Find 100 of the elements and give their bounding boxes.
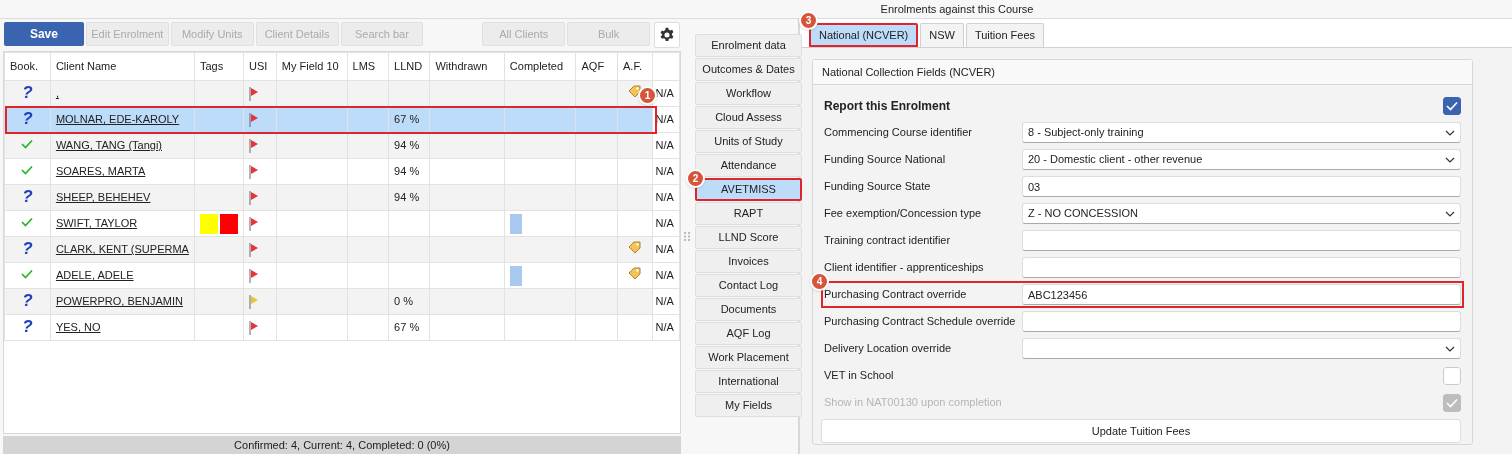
booking-status: ? <box>22 83 33 103</box>
section-button[interactable]: International <box>695 370 802 393</box>
tag-icon <box>627 84 642 98</box>
booking-status: ? <box>22 187 33 207</box>
section-button[interactable]: My Fields <box>695 394 802 417</box>
table-row[interactable]: ? SHEEP, BEHEHEV 94 % N/A <box>4 184 680 211</box>
check-icon <box>1446 397 1458 408</box>
column-header[interactable]: LMS <box>347 52 389 81</box>
table-row[interactable]: WANG, TANG (Tangi) 94 % N/A <box>4 132 680 159</box>
section-button[interactable]: Outcomes & Dates <box>695 58 802 81</box>
section-button[interactable]: Invoices <box>695 250 802 273</box>
settings-button[interactable] <box>654 22 680 48</box>
table-cell: N/A <box>655 321 674 334</box>
column-header[interactable]: Completed <box>504 52 576 81</box>
table-row[interactable]: ? YES, NO 67 % N/A <box>4 314 680 341</box>
column-header[interactable]: AQF <box>576 52 618 81</box>
input-field[interactable] <box>1022 257 1461 278</box>
chevron-down-icon <box>1445 345 1455 352</box>
dropdown[interactable]: 8 - Subject-only training <box>1022 122 1461 143</box>
dropdown[interactable]: 20 - Domestic client - other revenue <box>1022 149 1461 170</box>
field-label: VET in School <box>824 368 894 384</box>
section-button[interactable]: Contact Log <box>695 274 802 297</box>
check-icon <box>21 269 34 280</box>
table-cell: N/A <box>655 165 674 178</box>
table-cell: 94 % <box>394 165 420 178</box>
booking-status: ? <box>22 291 33 311</box>
column-header[interactable]: My Field 10 <box>276 52 348 81</box>
field-label: Delivery Location override <box>824 341 952 357</box>
section-button[interactable]: AQF Log <box>695 322 802 345</box>
section-button[interactable]: Work Placement <box>695 346 802 369</box>
table-row[interactable]: SWIFT, TAYLOR N/A <box>4 210 680 237</box>
save-button[interactable]: Save <box>4 22 84 46</box>
field-label: Show in NAT00130 upon completion <box>824 395 1002 411</box>
check-icon <box>21 165 34 176</box>
field-label: Funding Source State <box>824 179 931 195</box>
column-header[interactable]: LLND <box>388 52 430 81</box>
section-button[interactable]: Cloud Assess <box>695 106 802 129</box>
status-bar-text: Confirmed: 4, Current: 4, Completed: 0 (0%) <box>234 437 450 453</box>
section-button[interactable]: Units of Study <box>695 130 802 153</box>
dropdown[interactable]: Z - NO CONCESSION <box>1022 203 1461 224</box>
table-row[interactable]: ? POWERPRO, BENJAMIN 0 % N/A <box>4 288 680 315</box>
field-label: Purchasing Contract Schedule override <box>824 314 1016 330</box>
table-cell: N/A <box>655 217 674 230</box>
check-icon <box>21 139 34 150</box>
chevron-down-icon <box>1445 210 1455 217</box>
input-field[interactable]: 03 <box>1022 176 1461 197</box>
field-label: Training contract identifier <box>824 233 951 249</box>
booking-status: ? <box>22 317 33 337</box>
column-header[interactable]: Client Name <box>50 52 195 81</box>
callout-badge: 4 <box>810 272 829 291</box>
table-cell: 94 % <box>394 191 420 204</box>
grip-icon <box>684 232 690 241</box>
section-button[interactable]: LLND Score <box>695 226 802 249</box>
column-header[interactable]: Withdrawn <box>429 52 505 81</box>
tag-icon <box>627 266 642 280</box>
checkbox[interactable] <box>1443 96 1461 115</box>
input-field[interactable] <box>1022 311 1461 332</box>
column-header[interactable]: USI <box>243 52 277 81</box>
client-name-link[interactable]: , <box>55 87 59 100</box>
input-field[interactable] <box>1022 230 1461 251</box>
tag-icon <box>627 240 642 254</box>
field-label: Report this Enrolment <box>824 97 950 115</box>
section-button[interactable]: Workflow <box>695 82 802 105</box>
input-field[interactable]: ABC123456 <box>1022 284 1461 305</box>
section-button[interactable]: RAPT <box>695 202 802 225</box>
column-header[interactable]: A.F. <box>617 52 653 81</box>
settings-icon <box>659 27 676 43</box>
field-label: Commencing Course identifier <box>824 125 972 141</box>
table-cell: 67 % <box>394 113 420 126</box>
client-name-link[interactable]: YES, NO <box>55 321 101 334</box>
table-cell: N/A <box>655 269 674 282</box>
panel-title: National Collection Fields (NCVER) <box>822 64 995 80</box>
table-row[interactable]: ADELE, ADELE N/A <box>4 262 680 289</box>
table-cell: N/A <box>655 243 674 256</box>
table-cell: N/A <box>655 87 674 100</box>
section-button[interactable]: Documents <box>695 298 802 321</box>
tab[interactable]: NSW <box>920 23 964 47</box>
tab[interactable]: Tuition Fees <box>965 23 1045 47</box>
table-row[interactable]: SOARES, MARTA 94 % N/A <box>4 158 680 185</box>
chevron-down-icon <box>1445 129 1455 136</box>
table-cell: 94 % <box>394 139 420 152</box>
page-title: Enrolments against this Course <box>880 2 1034 15</box>
update-tuition-fees-button[interactable]: Update Tuition Fees <box>821 419 1461 443</box>
table-cell: N/A <box>655 295 674 308</box>
table-cell: 0 % <box>394 295 414 308</box>
chevron-down-icon <box>1445 156 1455 163</box>
callout-badge: 3 <box>799 11 818 30</box>
field-label: Fee exemption/Concession type <box>824 206 982 222</box>
dropdown[interactable] <box>1022 338 1461 359</box>
table-cell: N/A <box>655 191 674 204</box>
check-icon <box>1446 100 1458 111</box>
tab[interactable]: National (NCVER) <box>809 23 919 47</box>
column-header[interactable]: Book. <box>4 52 51 81</box>
field-label: Funding Source National <box>824 152 946 168</box>
table-cell: N/A <box>655 139 674 152</box>
section-button[interactable]: Enrolment data <box>695 34 802 57</box>
booking-status: ? <box>22 109 33 129</box>
check-icon <box>21 217 34 228</box>
column-header[interactable]: Tags <box>194 52 244 81</box>
table-row[interactable]: ? CLARK, KENT (SUPERMA N/A <box>4 236 680 263</box>
